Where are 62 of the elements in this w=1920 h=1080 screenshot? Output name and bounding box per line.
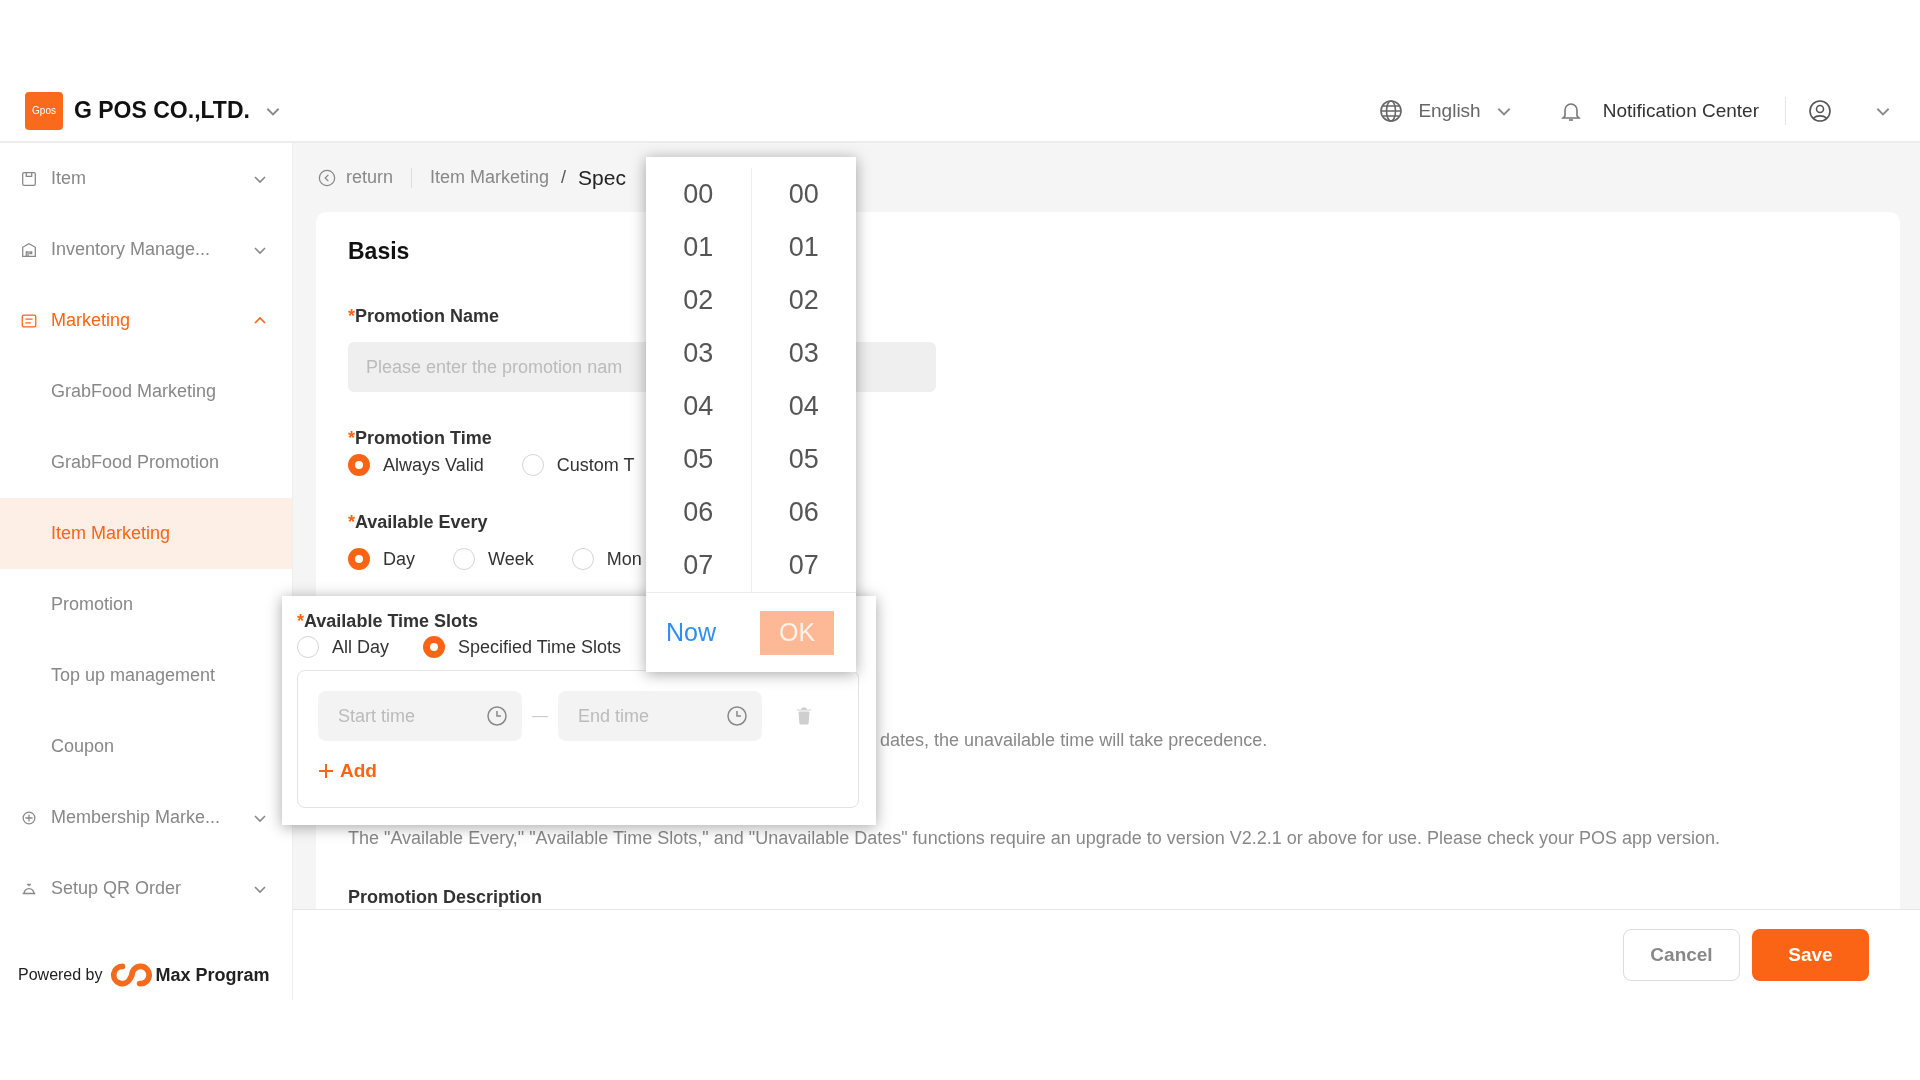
sidebar-item[interactable]: Inventory Manage... [0,214,292,285]
sidebar-item[interactable]: Membership Marke... [0,782,292,853]
clock-icon [726,705,748,727]
breadcrumb-item: Spec [578,165,626,190]
start-time-field[interactable]: Start time [318,691,522,741]
radio-label: Day [383,548,415,570]
building-icon [20,240,38,259]
minute-option[interactable]: 00 [751,168,856,221]
range-separator: — [532,707,548,725]
company-name: G POS CO.,LTD. [74,97,250,124]
hour-option[interactable]: 01 [646,221,751,274]
infinity-logo-icon [109,962,152,988]
add-button[interactable]: Add [318,760,377,782]
save-button[interactable]: Save [1752,929,1869,981]
powered-by-label: Powered by [18,966,103,984]
hour-option[interactable]: 02 [646,274,751,327]
box-icon [20,169,38,188]
radio-label: Custom T [556,454,635,476]
now-link[interactable]: Now [666,618,716,647]
trash-icon[interactable] [796,707,812,725]
logo-badge: Gpos [25,91,63,130]
sidebar-subitem[interactable]: GrabFood Marketing [0,356,292,427]
hour-option[interactable]: 07 [646,539,751,592]
field-label: *Promotion Name [348,305,500,327]
brand-name: Max Program [155,964,270,986]
notification-center-link[interactable]: Notification Center [1602,99,1759,122]
return-link[interactable]: return [318,167,394,188]
field-label: *Promotion Time [348,427,492,449]
radio-button[interactable] [348,454,370,476]
clock-icon [486,705,508,727]
radio-label: Mon [606,548,642,570]
field-label: Promotion Description [348,886,542,908]
section-title: Basis [348,238,410,264]
cancel-button[interactable]: Cancel [1623,929,1740,981]
minute-option[interactable]: 05 [751,433,856,486]
radio-label: Specified Time Slots [458,636,622,658]
radio-label: All Day [332,636,389,658]
minute-option[interactable]: 07 [751,539,856,592]
sidebar-item[interactable]: Marketing [0,285,292,356]
minute-option[interactable]: 01 [751,221,856,274]
end-time-field[interactable]: End time [558,691,762,741]
radio-label: Always Valid [383,454,484,476]
globe-icon[interactable] [1379,98,1404,123]
breadcrumb-item[interactable]: Item Marketing [430,167,550,188]
minute-option[interactable]: 02 [751,274,856,327]
user-icon[interactable] [1808,98,1832,123]
sidebar-item[interactable]: Setup QR Order [0,853,292,924]
minute-option[interactable]: 06 [751,486,856,539]
plus-icon [318,763,334,779]
precedence-note: dates, the unavailable time will take precedence. [880,729,1268,751]
sidebar-subitem[interactable]: GrabFood Promotion [0,427,292,498]
radio-button[interactable] [348,548,370,570]
radio-button[interactable] [423,636,445,658]
hour-option[interactable]: 00 [646,168,751,221]
field-label: *Available Every [348,511,488,533]
version-note: The "Available Every," "Available Time Slots," and "Unavailable Dates" functions require an upgrade to version V2.2.1 or above for use. Please check your POS app version. [348,827,1721,849]
hour-option[interactable]: 06 [646,486,751,539]
radio-label: Week [488,548,534,570]
language-selector[interactable]: English [1418,99,1481,122]
sidebar-item[interactable]: Item [0,143,292,214]
hour-option[interactable]: 05 [646,433,751,486]
breadcrumb-separator: / [561,167,567,188]
